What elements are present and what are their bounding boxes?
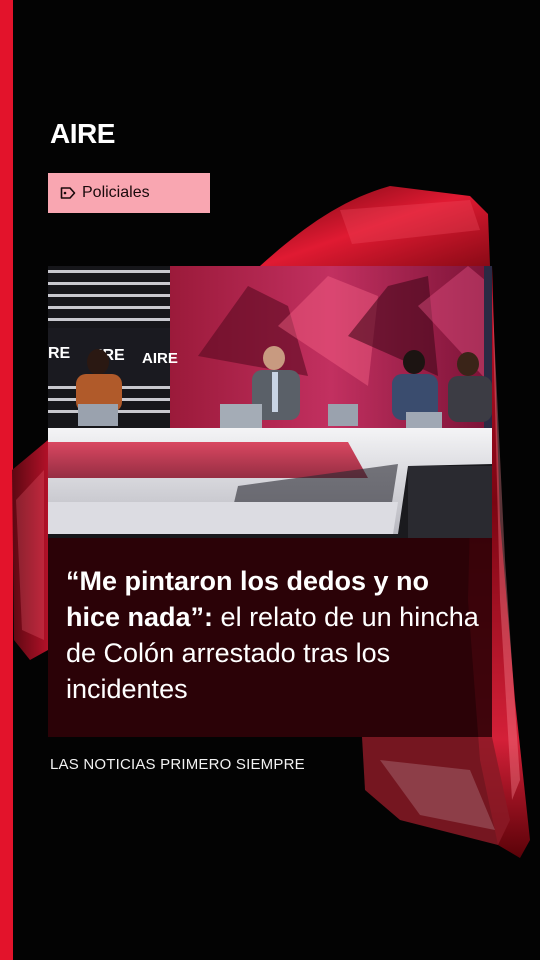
tagline: LAS NOTICIAS PRIMERO SIEMPRE [50,756,305,773]
category-label: Policiales [82,184,150,201]
studio-sign: AIRE [142,350,178,367]
headline[interactable]: “Me pintaron los dedos y no hice nada”: … [66,563,486,707]
category-tag[interactable]: Policiales [48,173,210,213]
news-studio-image: RE IRE AIRE [48,266,492,538]
brand-logo: AIRE [50,118,115,149]
studio-sign: RE [48,345,71,362]
tag-icon [60,187,76,199]
